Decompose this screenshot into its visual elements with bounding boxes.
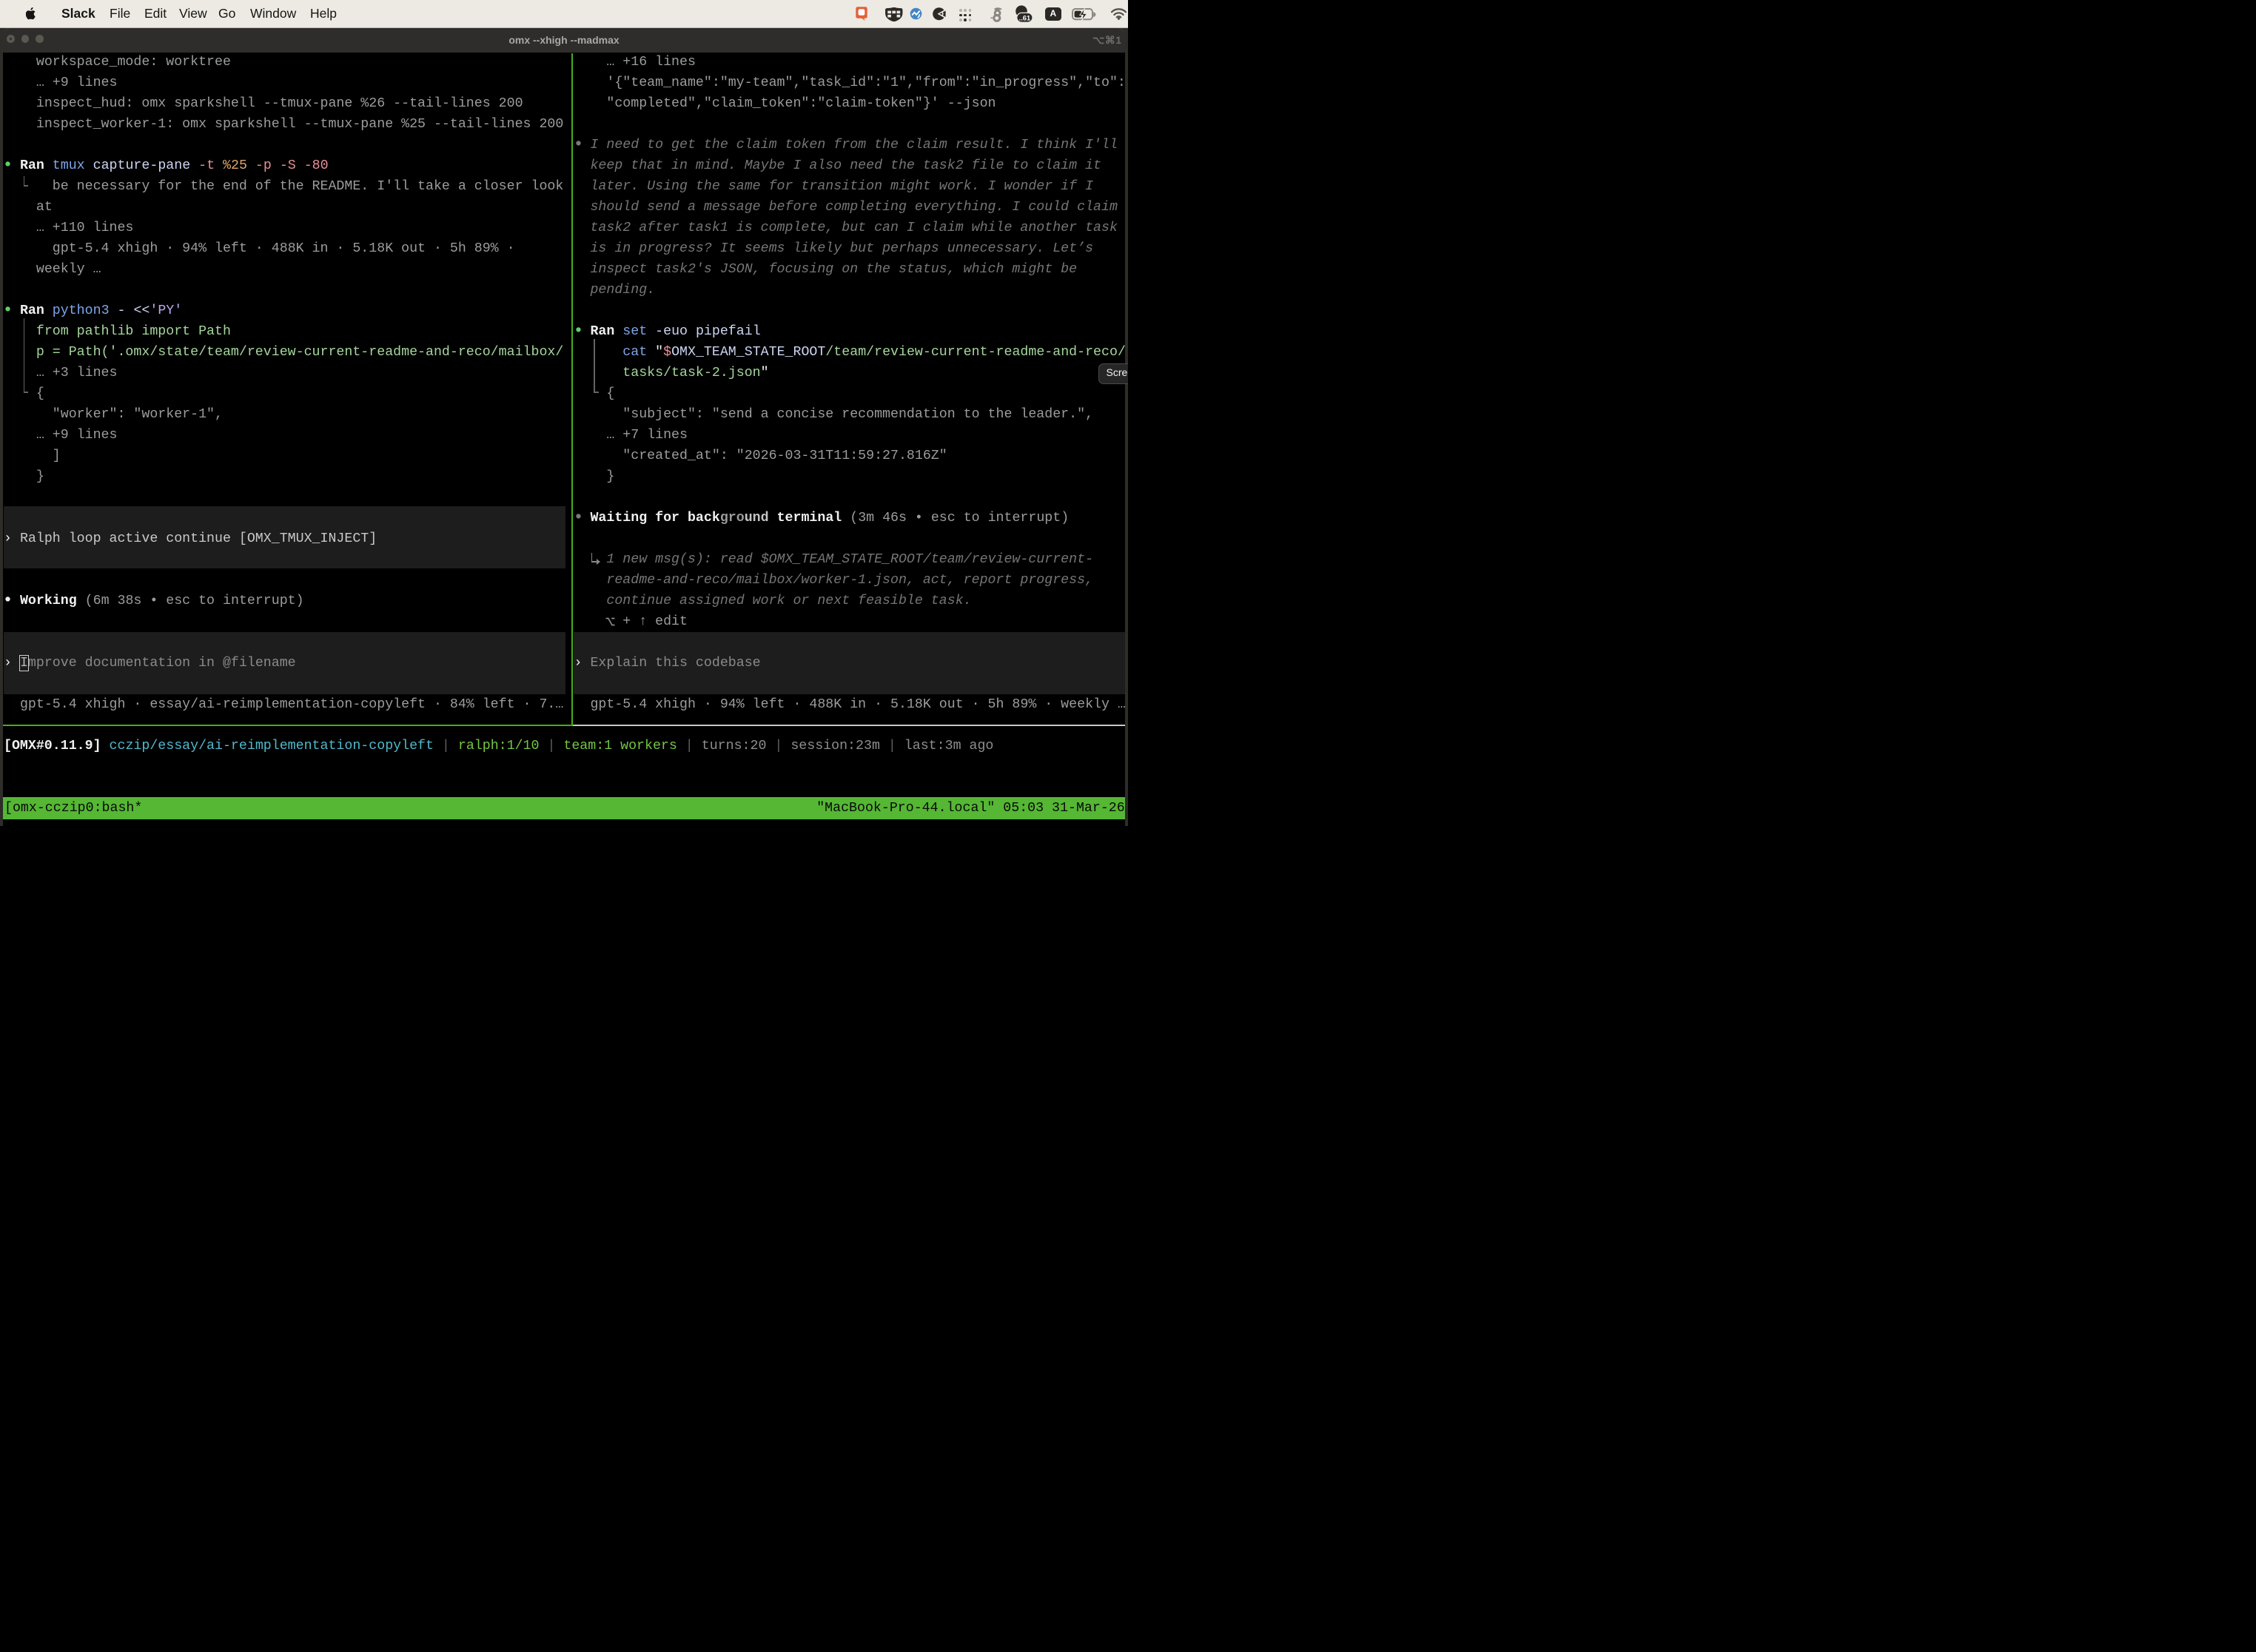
svg-text:..61: ..61 <box>1019 14 1031 21</box>
